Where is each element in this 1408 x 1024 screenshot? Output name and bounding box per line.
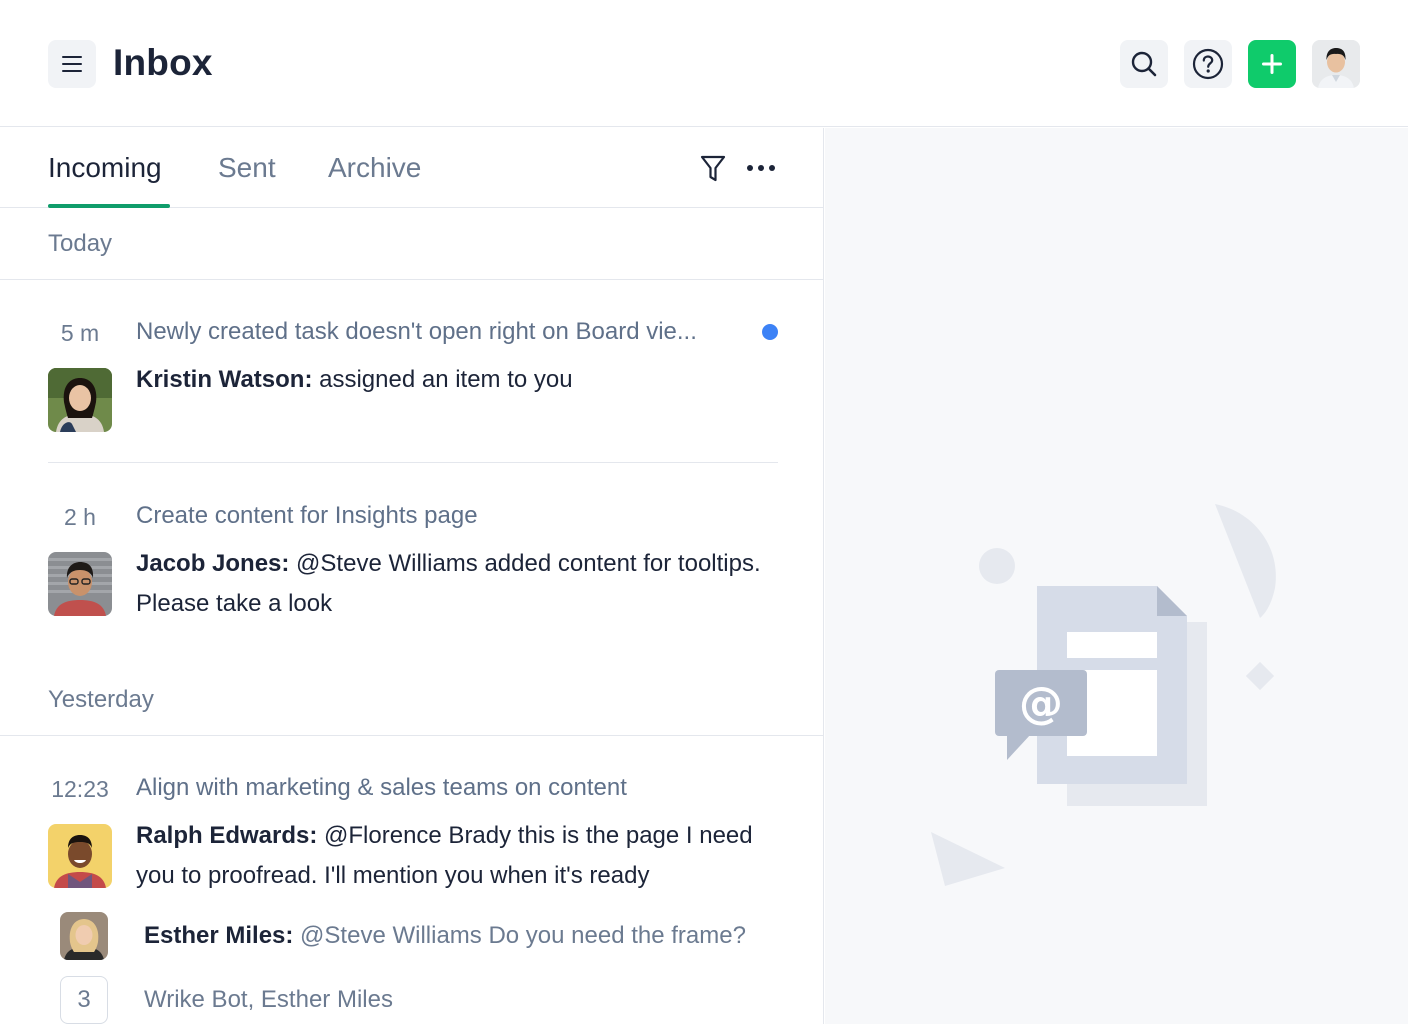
svg-text:@: @ <box>1019 678 1063 729</box>
item-time: 12:23 <box>51 776 109 802</box>
menu-icon <box>62 56 82 72</box>
item-message: Jacob Jones: @Steve Williams added conte… <box>136 544 796 624</box>
app-header: Inbox <box>0 0 1408 127</box>
empty-inbox-illustration: @ <box>931 504 1276 886</box>
search-icon <box>1131 51 1157 77</box>
tab-archive[interactable]: Archive <box>328 152 421 184</box>
item-time: 5 m <box>60 320 100 346</box>
item-time: 2 h <box>64 504 96 530</box>
inbox-list-panel: Incoming Sent Archive Today 5 m Newly cr… <box>0 128 824 1024</box>
author-name: Ralph Edwards: <box>136 822 318 849</box>
reply-author: Esther Miles: <box>144 922 294 949</box>
page-title: Inbox <box>113 42 213 83</box>
menu-button[interactable] <box>48 40 96 88</box>
plus-icon <box>1262 54 1282 74</box>
tab-sent[interactable]: Sent <box>218 152 276 184</box>
detail-empty-panel: @ <box>825 128 1408 1024</box>
unread-indicator <box>762 324 778 340</box>
help-button[interactable] <box>1184 40 1232 88</box>
search-button[interactable] <box>1120 40 1168 88</box>
item-message: Kristin Watson: assigned an item to you <box>136 360 796 400</box>
avatar <box>48 552 112 616</box>
tab-incoming[interactable]: Incoming <box>48 152 162 184</box>
item-message: Ralph Edwards: @Florence Brady this is t… <box>136 816 796 896</box>
section-label: Today <box>48 230 113 257</box>
help-icon <box>1192 48 1224 80</box>
reply-avatar <box>60 912 108 960</box>
avatar <box>48 824 112 888</box>
item-subject[interactable]: Newly created task doesn't open right on… <box>136 318 697 346</box>
item-subject[interactable]: Create content for Insights page <box>136 502 478 530</box>
user-avatar[interactable] <box>1312 40 1360 88</box>
author-name: Jacob Jones: <box>136 550 290 577</box>
more-replies-names[interactable]: Wrike Bot, Esther Miles <box>144 986 393 1014</box>
item-subject[interactable]: Align with marketing & sales teams on co… <box>136 774 627 802</box>
filter-icon[interactable] <box>698 152 728 184</box>
avatar <box>1312 40 1360 88</box>
reply-message: Esther Miles: @Steve Williams Do you nee… <box>144 922 746 950</box>
inbox-tabs: Incoming Sent Archive <box>0 128 824 208</box>
avatar <box>48 368 112 432</box>
author-name: Kristin Watson: <box>136 366 313 393</box>
section-yesterday: Yesterday <box>0 664 824 736</box>
more-replies-count[interactable]: 3 <box>60 976 108 1024</box>
divider <box>48 462 778 463</box>
more-options-icon[interactable] <box>744 154 778 182</box>
add-button[interactable] <box>1248 40 1296 88</box>
reply-text: @Steve Williams Do you need the frame? <box>293 922 746 949</box>
message-text: assigned an item to you <box>312 366 573 393</box>
section-label: Yesterday <box>48 686 154 713</box>
section-today: Today <box>0 208 824 280</box>
